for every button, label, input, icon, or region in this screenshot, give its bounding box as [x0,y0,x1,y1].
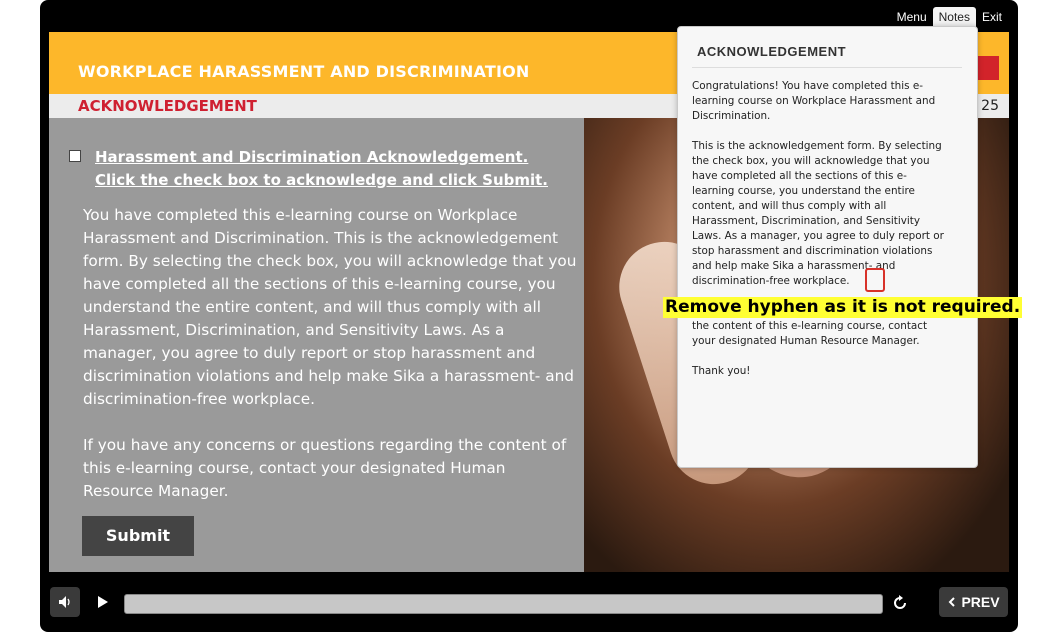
heading-line-1: Harassment and Discrimination Acknowledg… [95,148,529,166]
notes-body: Congratulations! You have completed this… [692,79,946,394]
seek-bar[interactable] [124,594,883,614]
volume-button[interactable] [50,587,80,617]
speaker-icon [59,596,70,608]
submit-button[interactable]: Submit [82,516,194,556]
prev-button[interactable]: PREV [939,587,1008,617]
section-title: ACKNOWLEDGEMENT [78,97,257,115]
notes-divider [692,67,962,68]
notes-paragraph: Thank you! [692,365,751,377]
review-highlight-box [865,268,885,292]
tab-menu[interactable]: Menu [891,7,933,27]
heading-line-2: Click the check box to acknowledge and c… [95,171,548,189]
play-button[interactable] [92,589,114,615]
chevron-left-icon [949,597,956,607]
acknowledge-checkbox[interactable] [69,150,81,162]
notes-paragraph: Congratulations! You have completed this… [692,80,936,122]
body-text: You have completed this e-learning cours… [83,204,577,526]
replay-icon [894,595,906,609]
body-paragraph: You have completed this e-learning cours… [83,206,577,408]
body-paragraph: If you have any concerns or questions re… [83,436,567,500]
play-icon [98,596,108,608]
replay-button[interactable] [888,590,912,616]
tab-exit[interactable]: Exit [976,7,1008,27]
notes-panel: ACKNOWLEDGEMENT Congratulations! You hav… [677,26,978,468]
prev-label: PREV [961,594,1000,610]
acknowledgement-row: Harassment and Discrimination Acknowledg… [69,146,548,192]
acknowledgement-heading: Harassment and Discrimination Acknowledg… [95,146,548,192]
course-title: WORKPLACE HARASSMENT AND DISCRIMINATION [78,62,530,81]
playback-controls: PREV [40,582,1018,622]
notes-paragraph: This is the acknowledgement form. By sel… [692,140,944,287]
review-annotation: Remove hyphen as it is not required. [663,297,1023,318]
notes-title: ACKNOWLEDGEMENT [697,44,847,59]
